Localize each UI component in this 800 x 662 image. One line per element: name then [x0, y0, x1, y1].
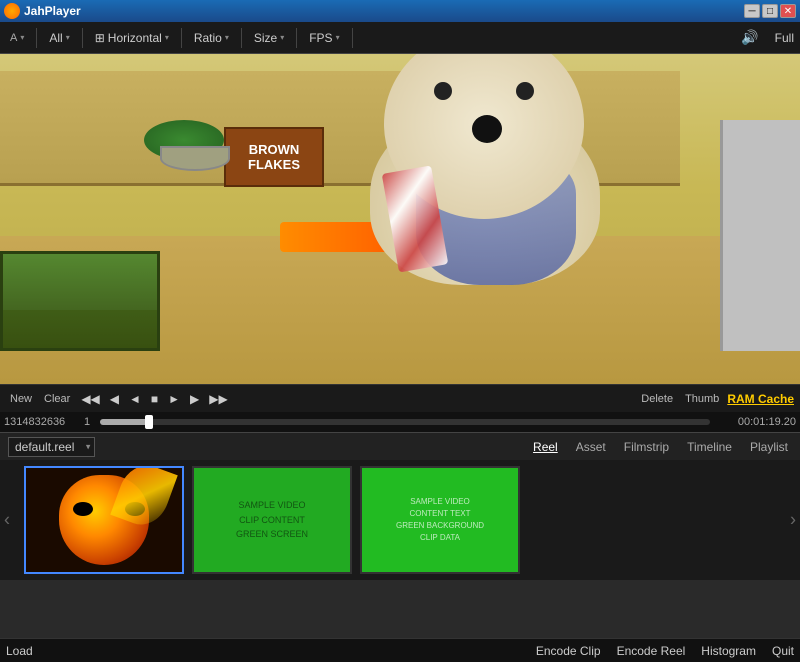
- maximize-button[interactable]: □: [762, 4, 778, 18]
- sep1: [36, 28, 37, 48]
- new-button[interactable]: New: [6, 392, 36, 406]
- progress-thumb[interactable]: [145, 415, 153, 429]
- bottom-bar: Load Encode Clip Encode Reel Histogram Q…: [0, 638, 800, 662]
- timecode-left: 1314832636: [4, 416, 84, 428]
- ratio-arrow: ▾: [225, 33, 229, 42]
- thumb2-text: SAMPLE VIDEOCLIP CONTENTGREEN SCREEN: [236, 498, 308, 541]
- track-arrow: ▾: [20, 33, 24, 42]
- thumbnail-1[interactable]: [24, 466, 184, 574]
- fullscreen-button[interactable]: Full: [775, 31, 794, 45]
- sep6: [352, 28, 353, 48]
- histogram-button[interactable]: Histogram: [701, 644, 756, 658]
- video-canvas: BROWN FLAKES: [0, 54, 800, 384]
- sep4: [241, 28, 242, 48]
- fps-arrow: ▾: [336, 33, 340, 42]
- prev-fast-button[interactable]: ◀◀: [78, 392, 102, 406]
- dog-eye-left: [434, 82, 452, 100]
- reel-header: default.reel ▾ Reel Asset Filmstrip Time…: [0, 432, 800, 460]
- video-area: BROWN FLAKES: [0, 54, 800, 384]
- progress-fill: [100, 419, 149, 425]
- load-button[interactable]: Load: [6, 644, 33, 658]
- ratio-selector[interactable]: Ratio ▾: [190, 29, 233, 47]
- tab-timeline[interactable]: Timeline: [683, 438, 736, 456]
- fps-label: FPS: [309, 31, 332, 45]
- all-label: All: [49, 31, 62, 45]
- stop-button[interactable]: ■: [148, 392, 161, 406]
- size-arrow: ▾: [280, 33, 284, 42]
- playback-controls: New Clear ◀◀ ◀ ◄ ■ ► ▶ ▶▶ Delete Thumb R…: [0, 384, 800, 412]
- delete-button[interactable]: Delete: [637, 392, 677, 406]
- marker-value: 1: [84, 416, 90, 428]
- tab-asset[interactable]: Asset: [572, 438, 610, 456]
- ratio-label: Ratio: [194, 31, 222, 45]
- all-arrow: ▾: [66, 33, 70, 42]
- thumb-nav-right[interactable]: ›: [790, 510, 796, 531]
- progress-track[interactable]: [100, 419, 710, 425]
- layout-icon: ⊞: [95, 31, 105, 45]
- size-selector[interactable]: Size ▾: [250, 29, 288, 47]
- ram-cache-button[interactable]: RAM Cache: [727, 392, 794, 406]
- tab-reel[interactable]: Reel: [529, 438, 562, 456]
- stove: [720, 120, 800, 351]
- timecode-right: 00:01:19.20: [716, 416, 796, 428]
- mask-container: [59, 475, 149, 565]
- reel-tabs: Reel Asset Filmstrip Timeline Playlist: [529, 438, 792, 456]
- thumbnail-3[interactable]: SAMPLE VIDEOCONTENT TEXTGREEN BACKGROUND…: [360, 466, 520, 574]
- track-label: A: [10, 32, 17, 44]
- app-icon: [4, 3, 20, 19]
- step-fwd-button[interactable]: ►: [165, 392, 183, 406]
- horizontal-label: Horizontal: [108, 31, 162, 45]
- sep5: [296, 28, 297, 48]
- size-label: Size: [254, 31, 277, 45]
- thumb3-bg: SAMPLE VIDEOCONTENT TEXTGREEN BACKGROUND…: [362, 468, 518, 572]
- sep2: [82, 28, 83, 48]
- veg-basket: [0, 251, 160, 351]
- horizontal-arrow: ▾: [165, 33, 169, 42]
- sign-line2: FLAKES: [248, 157, 300, 172]
- close-button[interactable]: ✕: [780, 4, 796, 18]
- thumb2-bg: SAMPLE VIDEOCLIP CONTENTGREEN SCREEN: [194, 468, 350, 572]
- fps-selector[interactable]: FPS ▾: [305, 29, 343, 47]
- thumb-nav-left[interactable]: ‹: [4, 510, 10, 531]
- title-left: JahPlayer: [4, 3, 81, 19]
- thumb1-bg: [26, 468, 182, 572]
- prev-button[interactable]: ◀: [107, 392, 122, 406]
- encode-reel-button[interactable]: Encode Reel: [617, 644, 686, 658]
- tab-filmstrip[interactable]: Filmstrip: [620, 438, 673, 456]
- mask-eye-left: [73, 502, 93, 516]
- step-back-button[interactable]: ◄: [126, 392, 144, 406]
- thumbnail-2[interactable]: SAMPLE VIDEOCLIP CONTENTGREEN SCREEN: [192, 466, 352, 574]
- dog-nose: [472, 115, 502, 143]
- product-sign: BROWN FLAKES: [224, 127, 324, 187]
- encode-clip-button[interactable]: Encode Clip: [536, 644, 601, 658]
- minimize-button[interactable]: ─: [744, 4, 760, 18]
- reel-dropdown[interactable]: default.reel ▾: [8, 437, 95, 457]
- thumb3-text: SAMPLE VIDEOCONTENT TEXTGREEN BACKGROUND…: [396, 496, 484, 544]
- next-fast-button[interactable]: ▶▶: [206, 392, 230, 406]
- timeline-bar: 1314832636 1 00:01:19.20: [0, 412, 800, 432]
- all-selector[interactable]: All ▾: [45, 29, 73, 47]
- quit-button[interactable]: Quit: [772, 644, 794, 658]
- toolbar: A ▾ All ▾ ⊞ Horizontal ▾ Ratio ▾ Size ▾ …: [0, 22, 800, 54]
- title-controls: ─ □ ✕: [744, 4, 796, 18]
- clear-button[interactable]: Clear: [40, 392, 74, 406]
- volume-icon[interactable]: 🔊: [741, 29, 758, 46]
- reel-dropdown-value: default.reel: [15, 440, 74, 454]
- sep3: [181, 28, 182, 48]
- tab-playlist[interactable]: Playlist: [746, 438, 792, 456]
- thumb-button[interactable]: Thumb: [681, 392, 723, 406]
- next-button[interactable]: ▶: [187, 392, 202, 406]
- veg-greens: [3, 254, 157, 310]
- track-selector[interactable]: A ▾: [6, 30, 28, 46]
- app-title: JahPlayer: [24, 4, 81, 18]
- thumbnail-strip: ‹ SAMPLE VIDEOCLIP CONTENTGREEN SCREEN: [0, 460, 800, 580]
- reel-dropdown-arrow: ▾: [86, 441, 91, 452]
- dog-eye-right: [516, 82, 534, 100]
- sign-line1: BROWN: [249, 142, 300, 157]
- title-bar: JahPlayer ─ □ ✕: [0, 0, 800, 22]
- layout-selector[interactable]: ⊞ Horizontal ▾: [91, 29, 173, 47]
